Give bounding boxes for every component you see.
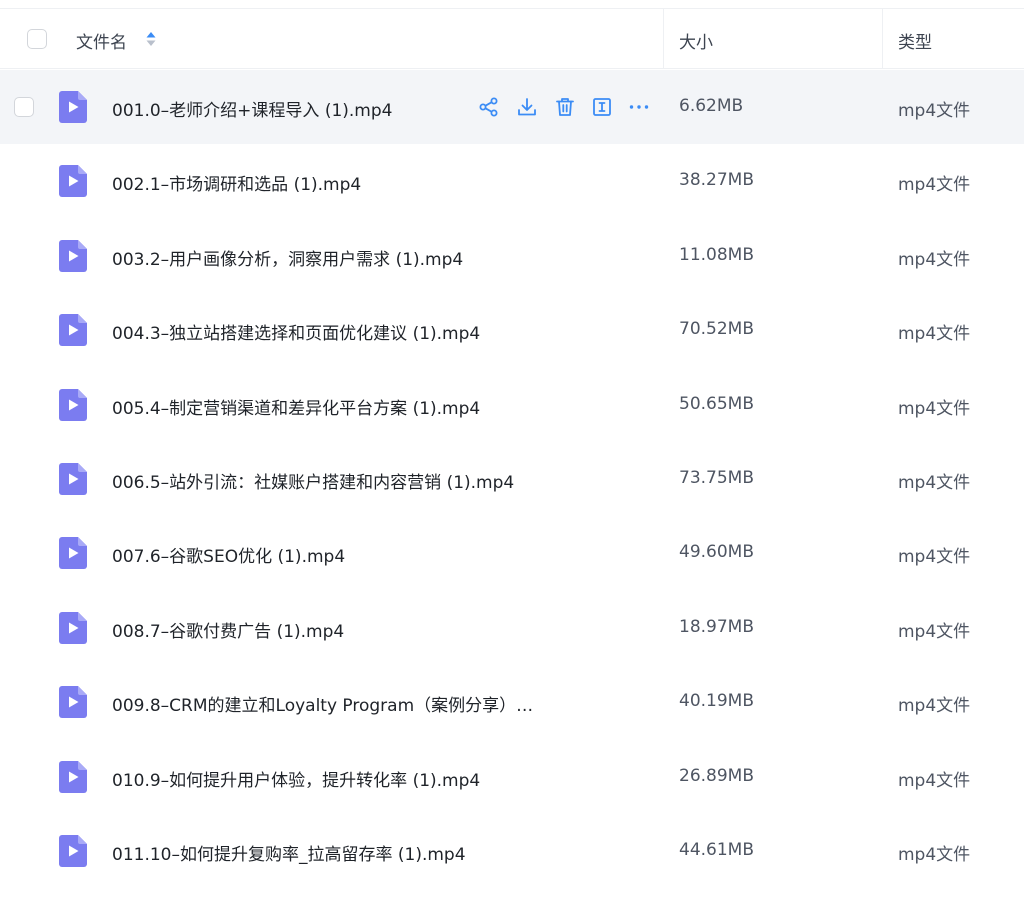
share-icon[interactable] [477, 95, 501, 119]
file-name[interactable]: 009.8–CRM的建立和Loyalty Program（案例分享）… [112, 691, 533, 716]
row-checkbox[interactable] [14, 97, 34, 117]
file-type: mp4文件 [898, 249, 971, 270]
file-size: 73.75MB [679, 467, 754, 488]
file-type: mp4文件 [898, 324, 971, 345]
file-type: mp4文件 [898, 101, 971, 121]
file-type: mp4文件 [898, 621, 971, 642]
file-name[interactable]: 003.2–用户画像分析，洞察用户需求 (1).mp4 [112, 245, 463, 270]
file-size: 50.65MB [679, 393, 754, 414]
column-divider[interactable] [882, 9, 883, 69]
select-all-checkbox[interactable] [27, 29, 47, 49]
file-row[interactable]: 006.5–站外引流：社媒账户搭建和内容营销 (1).mp4 73.75MB m… [0, 442, 1024, 516]
video-file-icon [59, 834, 87, 867]
column-header-size[interactable]: 大小 [679, 28, 713, 53]
file-row[interactable]: 007.6–谷歌SEO优化 (1).mp4 49.60MB mp4文件 [0, 516, 1024, 590]
file-size: 18.97MB [679, 616, 754, 637]
file-size: 38.27MB [679, 170, 754, 191]
file-row[interactable]: 005.4–制定营销渠道和差异化平台方案 (1).mp4 50.65MB mp4… [0, 368, 1024, 442]
file-type: mp4文件 [898, 547, 971, 568]
file-name[interactable]: 007.6–谷歌SEO优化 (1).mp4 [112, 542, 345, 567]
file-type: mp4文件 [898, 175, 971, 196]
file-size: 40.19MB [679, 691, 754, 712]
file-size: 6.62MB [679, 96, 744, 116]
file-row[interactable]: 011.10–如何提升复购率_拉高留存率 (1).mp4 44.61MB mp4… [0, 814, 1024, 888]
file-row[interactable]: 004.3–独立站搭建选择和页面优化建议 (1).mp4 70.52MB mp4… [0, 293, 1024, 367]
video-file-icon [59, 314, 87, 347]
file-row[interactable]: 008.7–谷歌付费广告 (1).mp4 18.97MB mp4文件 [0, 591, 1024, 665]
file-name[interactable]: 002.1–市场调研和选品 (1).mp4 [112, 170, 361, 195]
file-size: 70.52MB [679, 319, 754, 340]
file-size: 44.61MB [679, 839, 754, 860]
column-divider[interactable] [663, 9, 664, 69]
table-header: 文件名 大小 类型 [0, 9, 1024, 69]
video-file-icon [59, 462, 87, 495]
file-size: 11.08MB [679, 244, 754, 265]
column-header-type[interactable]: 类型 [898, 28, 932, 53]
video-file-icon [59, 537, 87, 570]
file-name[interactable]: 005.4–制定营销渠道和差异化平台方案 (1).mp4 [112, 394, 480, 419]
column-header-name[interactable]: 文件名 [76, 28, 127, 53]
file-list: 001.0–老师介绍+课程导入 (1).mp4 6.62MB mp4文件 002… [0, 70, 1024, 888]
more-icon[interactable] [627, 95, 651, 119]
rename-icon[interactable] [590, 95, 614, 119]
file-name[interactable]: 008.7–谷歌付费广告 (1).mp4 [112, 617, 344, 642]
file-row[interactable]: 001.0–老师介绍+课程导入 (1).mp4 6.62MB mp4文件 [0, 70, 1024, 145]
file-row[interactable]: 003.2–用户画像分析，洞察用户需求 (1).mp4 11.08MB mp4文… [0, 219, 1024, 293]
video-file-icon [59, 686, 87, 719]
file-name[interactable]: 006.5–站外引流：社媒账户搭建和内容营销 (1).mp4 [112, 468, 514, 493]
video-file-icon [59, 760, 87, 793]
file-name[interactable]: 011.10–如何提升复购率_拉高留存率 (1).mp4 [112, 840, 466, 865]
trash-icon[interactable] [553, 95, 577, 119]
video-file-icon [59, 165, 87, 198]
file-type: mp4文件 [898, 472, 971, 493]
video-file-icon [59, 388, 87, 421]
file-type: mp4文件 [898, 696, 971, 717]
file-type: mp4文件 [898, 398, 971, 419]
file-type: mp4文件 [898, 770, 971, 791]
video-file-icon [59, 611, 87, 644]
video-file-icon [59, 91, 87, 123]
download-icon[interactable] [515, 95, 539, 119]
file-name[interactable]: 001.0–老师介绍+课程导入 (1).mp4 [112, 96, 392, 121]
file-row[interactable]: 002.1–市场调研和选品 (1).mp4 38.27MB mp4文件 [0, 144, 1024, 218]
video-file-icon [59, 239, 87, 272]
file-size: 49.60MB [679, 542, 754, 563]
file-name[interactable]: 010.9–如何提升用户体验，提升转化率 (1).mp4 [112, 766, 480, 791]
sort-icon[interactable] [145, 29, 157, 49]
file-row[interactable]: 010.9–如何提升用户体验，提升转化率 (1).mp4 26.89MB mp4… [0, 740, 1024, 814]
file-type: mp4文件 [898, 844, 971, 865]
file-size: 26.89MB [679, 765, 754, 786]
file-name[interactable]: 004.3–独立站搭建选择和页面优化建议 (1).mp4 [112, 319, 480, 344]
file-row[interactable]: 009.8–CRM的建立和Loyalty Program（案例分享）… 40.1… [0, 665, 1024, 739]
